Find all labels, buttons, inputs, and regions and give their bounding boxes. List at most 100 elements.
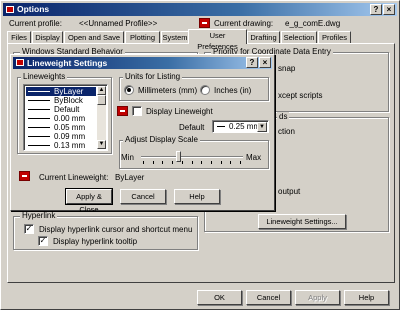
lineweight-list-item[interactable]: 0.09 mm xyxy=(26,132,96,141)
lineweight-item-label: 0.05 mm xyxy=(54,123,86,132)
lineweight-icon xyxy=(117,106,128,116)
lineweight-sample-line xyxy=(28,100,50,101)
lineweight-sample-line xyxy=(28,109,50,110)
slider-tick xyxy=(172,161,174,164)
title-bar[interactable]: Options ? × xyxy=(3,3,397,16)
scroll-down-arrow-icon[interactable]: ▼ xyxy=(97,140,106,149)
dialog-title-bar[interactable]: Lineweight Settings ? × xyxy=(13,57,272,69)
ok-button[interactable]: OK xyxy=(197,290,242,305)
unit-in-radio[interactable] xyxy=(200,85,210,95)
lineweight-list-item[interactable]: ByLayer xyxy=(26,87,96,96)
slider-tick xyxy=(210,161,212,164)
lineweight-list-item[interactable]: 0.00 mm xyxy=(26,114,96,123)
hyperlink-title: Hyperlink xyxy=(20,211,58,220)
combo-line-sample xyxy=(217,126,225,127)
unit-mm-radio[interactable] xyxy=(124,85,134,95)
tab-open-and-save[interactable]: Open and Save xyxy=(64,31,124,43)
slider-tick xyxy=(220,161,222,164)
display-lineweight-checkbox[interactable] xyxy=(132,106,142,116)
current-drawing-value: e_g_comE.dwg xyxy=(285,19,341,28)
dialog-title: Lineweight Settings xyxy=(27,58,108,68)
slider-tick xyxy=(230,161,232,164)
lineweight-list-item[interactable]: 0.05 mm xyxy=(26,123,96,132)
slider-thumb[interactable] xyxy=(175,151,181,162)
hyperlink-tooltip-label: Display hyperlink tooltip xyxy=(53,237,138,246)
tab-drafting[interactable]: Drafting xyxy=(247,31,280,43)
lineweights-title: Lineweights xyxy=(21,72,68,81)
hyperlink-cursor-checkbox[interactable]: ✓ xyxy=(24,224,34,234)
display-scale-title: Adjust Display Scale xyxy=(123,135,200,144)
apply-label: Apply xyxy=(308,293,327,302)
slider-tick xyxy=(201,161,203,164)
help-title-button[interactable]: ? xyxy=(370,4,382,15)
right-options-title: ds xyxy=(277,112,290,121)
current-lineweight-value: ByLayer xyxy=(115,173,145,182)
lineweight-item-label: 0.09 mm xyxy=(54,132,86,141)
lineweight-settings-dialog: Lineweight Settings ? × Lineweights ByLa… xyxy=(10,54,275,214)
current-profile-value: <<Unnamed Profile>> xyxy=(79,19,158,28)
lineweight-item-label: ByLayer xyxy=(54,87,84,96)
close-title-button[interactable]: × xyxy=(383,4,395,15)
current-drawing-label: Current drawing: xyxy=(214,19,274,28)
except-scripts-text: xcept scripts xyxy=(278,91,323,100)
scale-min-label: Min xyxy=(121,153,134,162)
slider-tick xyxy=(191,161,193,164)
tab-system[interactable]: System xyxy=(161,31,189,43)
window-title: Options xyxy=(17,4,50,14)
help-button[interactable]: Help xyxy=(344,290,389,305)
slider-tick xyxy=(162,161,164,164)
lineweight-sample-line xyxy=(28,145,50,146)
lineweights-listbox[interactable]: ByLayer ByBlock Default 0.00 mm 0.05 mm 0.09 … xyxy=(23,84,108,151)
lineweight-item-label: 0.00 mm xyxy=(54,114,86,123)
default-lineweight-value: 0.25 mm xyxy=(229,122,261,131)
units-title: Units for Listing xyxy=(123,72,183,81)
lineweight-list-item[interactable]: 0.13 mm xyxy=(26,141,96,150)
slider-track xyxy=(141,156,243,158)
unit-mm-label: Millimeters (mm) xyxy=(138,86,198,95)
hyperlink-tooltip-checkbox[interactable]: ✓ xyxy=(38,236,48,246)
lineweight-settings-button[interactable]: Lineweight Settings... xyxy=(258,214,346,229)
dialog-cancel-button[interactable]: Cancel xyxy=(120,189,166,204)
tab-plotting[interactable]: Plotting xyxy=(125,31,160,43)
current-lineweight-icon xyxy=(19,171,30,181)
lineweight-sample-line xyxy=(28,136,50,137)
dialog-close-title-button[interactable]: × xyxy=(259,57,271,68)
display-lineweight-label: Display Lineweight xyxy=(146,107,213,116)
lineweight-list-item[interactable]: ByBlock xyxy=(26,96,96,105)
lineweight-item-label: ByBlock xyxy=(54,96,83,105)
lineweight-item-label: 0.13 mm xyxy=(54,141,86,150)
lineweight-sample-line xyxy=(28,91,50,92)
hyperlink-cursor-label: Display hyperlink cursor and shortcut me… xyxy=(39,225,193,234)
lineweight-sample-line xyxy=(28,118,50,119)
tab-selection[interactable]: Selection xyxy=(281,31,317,43)
slider-tick xyxy=(181,161,183,164)
slider-tick xyxy=(143,161,144,164)
scroll-thumb[interactable] xyxy=(97,95,106,105)
lineweight-sample-line xyxy=(28,127,50,128)
tab-display[interactable]: Display xyxy=(32,31,63,43)
default-label: Default xyxy=(179,123,205,132)
snap-option-text: snap xyxy=(278,64,296,73)
dialog-app-icon xyxy=(16,59,24,66)
current-lineweight-label: Current Lineweight: xyxy=(39,173,109,182)
chevron-down-icon[interactable]: ▼ xyxy=(257,122,267,132)
scroll-up-arrow-icon[interactable]: ▲ xyxy=(97,86,106,95)
app-icon xyxy=(6,6,14,13)
tab-user-preferences[interactable]: User Preferences xyxy=(188,29,247,51)
unit-in-label: Inches (in) xyxy=(214,86,252,95)
apply-close-button[interactable]: Apply & Close xyxy=(65,188,113,214)
cancel-button[interactable]: Cancel xyxy=(246,290,291,305)
tab-files[interactable]: Files xyxy=(7,31,31,43)
lineweight-list-item[interactable]: Default xyxy=(26,105,96,114)
dialog-help-button[interactable]: Help xyxy=(174,189,220,204)
dialog-help-title-button[interactable]: ? xyxy=(246,57,258,68)
drawing-icon xyxy=(199,18,210,28)
display-scale-slider[interactable] xyxy=(141,148,243,166)
apply-button[interactable]: Apply xyxy=(295,290,340,305)
slider-tick xyxy=(240,161,241,164)
default-lineweight-combo[interactable]: 0.25 mm ▼ xyxy=(212,120,269,133)
tab-profiles[interactable]: Profiles xyxy=(318,31,351,43)
lineweight-item-label: Default xyxy=(54,105,80,114)
current-profile-label: Current profile: xyxy=(9,19,62,28)
lineweights-scrollbar[interactable]: ▲ ▼ xyxy=(97,86,106,149)
